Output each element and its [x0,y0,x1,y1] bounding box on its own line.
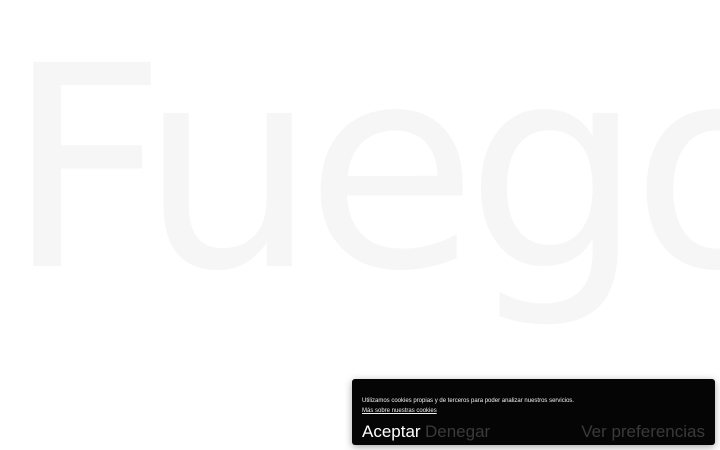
hero-wordmark: Fuego [6,40,720,333]
cookie-actions: Aceptar Denegar Ver preferencias [362,422,705,442]
page: Fuego Utilizamos cookies propias y de te… [0,0,720,450]
cookie-message: Utilizamos cookies propias y de terceros… [362,398,575,404]
cookie-policy-link[interactable]: Más sobre nuestras cookies [362,407,437,415]
deny-button[interactable]: Denegar [425,422,490,442]
hero-wordmark-text: Fuego [6,40,720,333]
cookie-banner: Utilizamos cookies propias y de terceros… [352,379,715,445]
preferences-button[interactable]: Ver preferencias [581,422,705,442]
accept-button[interactable]: Aceptar [362,422,421,442]
